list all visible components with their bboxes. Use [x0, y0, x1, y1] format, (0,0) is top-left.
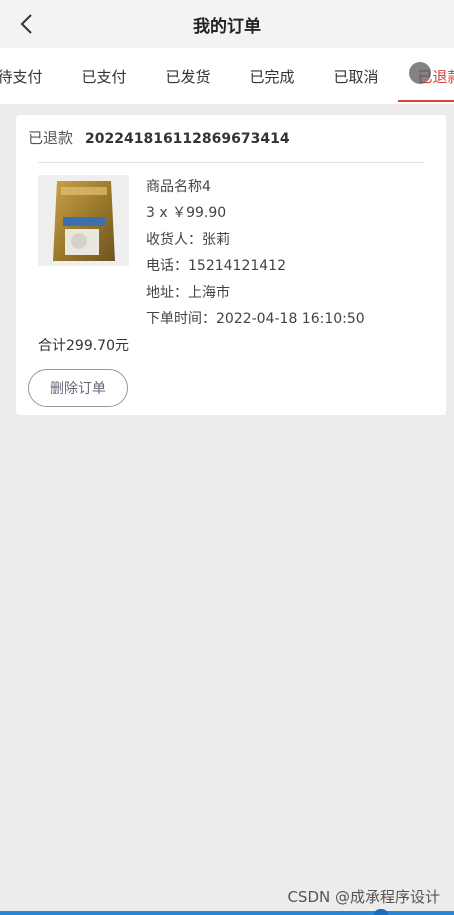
- touch-indicator: [409, 62, 431, 84]
- page-title: 我的订单: [193, 16, 261, 37]
- tab-pending-payment[interactable]: 待支付: [0, 48, 62, 104]
- order-number: 20224181611286967341​4: [85, 131, 290, 147]
- order-card: 已退款 20224181611286967341​4 商品名称4 3 x ￥99…: [16, 115, 446, 415]
- product-info: 商品名称4 3 x ￥99.90 收货人：张莉 电话：15214121412 地…: [146, 177, 365, 335]
- watermark: CSDN @成承程序设计: [287, 888, 440, 906]
- tab-paid[interactable]: 已支付: [62, 48, 146, 104]
- quantity-price: 3 x ￥99.90: [146, 205, 227, 222]
- order-total: 合计299.70元: [38, 338, 129, 354]
- order-status-tabs: 待支付 已支付 已发货 已完成 已取消 已退款: [0, 48, 454, 104]
- top-header: 我的订单: [0, 0, 454, 48]
- product-image[interactable]: [38, 175, 129, 266]
- tab-shipped[interactable]: 已发货: [146, 48, 230, 104]
- order-time: 下单时间：2022-04-18 16:10:50: [146, 310, 365, 327]
- tab-completed[interactable]: 已完成: [230, 48, 314, 104]
- address: 地址：上海市: [146, 284, 230, 301]
- back-button[interactable]: [14, 10, 38, 38]
- bottom-progress-knob: [374, 909, 388, 915]
- product-name: 商品名称4: [146, 179, 211, 195]
- tab-cancelled[interactable]: 已取消: [314, 48, 398, 104]
- receiver: 收货人：张莉: [146, 231, 230, 248]
- order-header: 已退款 20224181611286967341​4: [28, 127, 290, 148]
- order-status: 已退款: [28, 129, 74, 147]
- product-bag-icon: [52, 180, 115, 261]
- delete-order-button[interactable]: 删除订单: [28, 369, 128, 407]
- divider: [38, 162, 424, 163]
- phone: 电话：15214121412: [146, 258, 286, 275]
- chevron-left-icon: [20, 14, 32, 34]
